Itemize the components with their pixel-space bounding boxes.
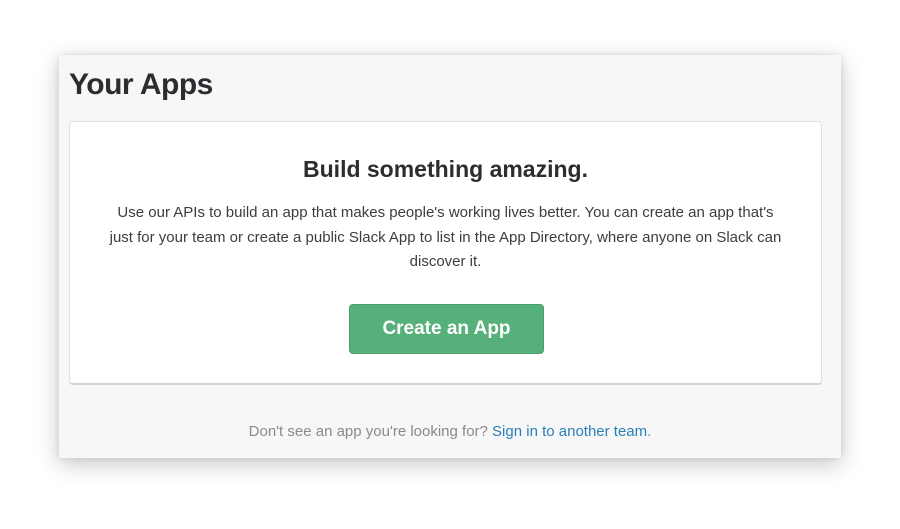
empty-state-card: Build something amazing. Use our APIs to…: [69, 121, 822, 385]
card-description: Use our APIs to build an app that makes …: [109, 204, 782, 270]
sign-in-another-team-link[interactable]: Sign in to another team: [492, 423, 647, 440]
create-app-button[interactable]: Create an App: [349, 304, 544, 354]
footer-suffix: .: [647, 423, 652, 440]
apps-panel: Your Apps Build something amazing. Use o…: [59, 55, 841, 458]
footer-note: Don't see an app you're looking for? Sig…: [59, 422, 841, 442]
footer-prompt: Don't see an app you're looking for?: [248, 423, 493, 440]
page-title: Your Apps: [69, 68, 213, 101]
card-heading: Build something amazing.: [303, 156, 588, 182]
